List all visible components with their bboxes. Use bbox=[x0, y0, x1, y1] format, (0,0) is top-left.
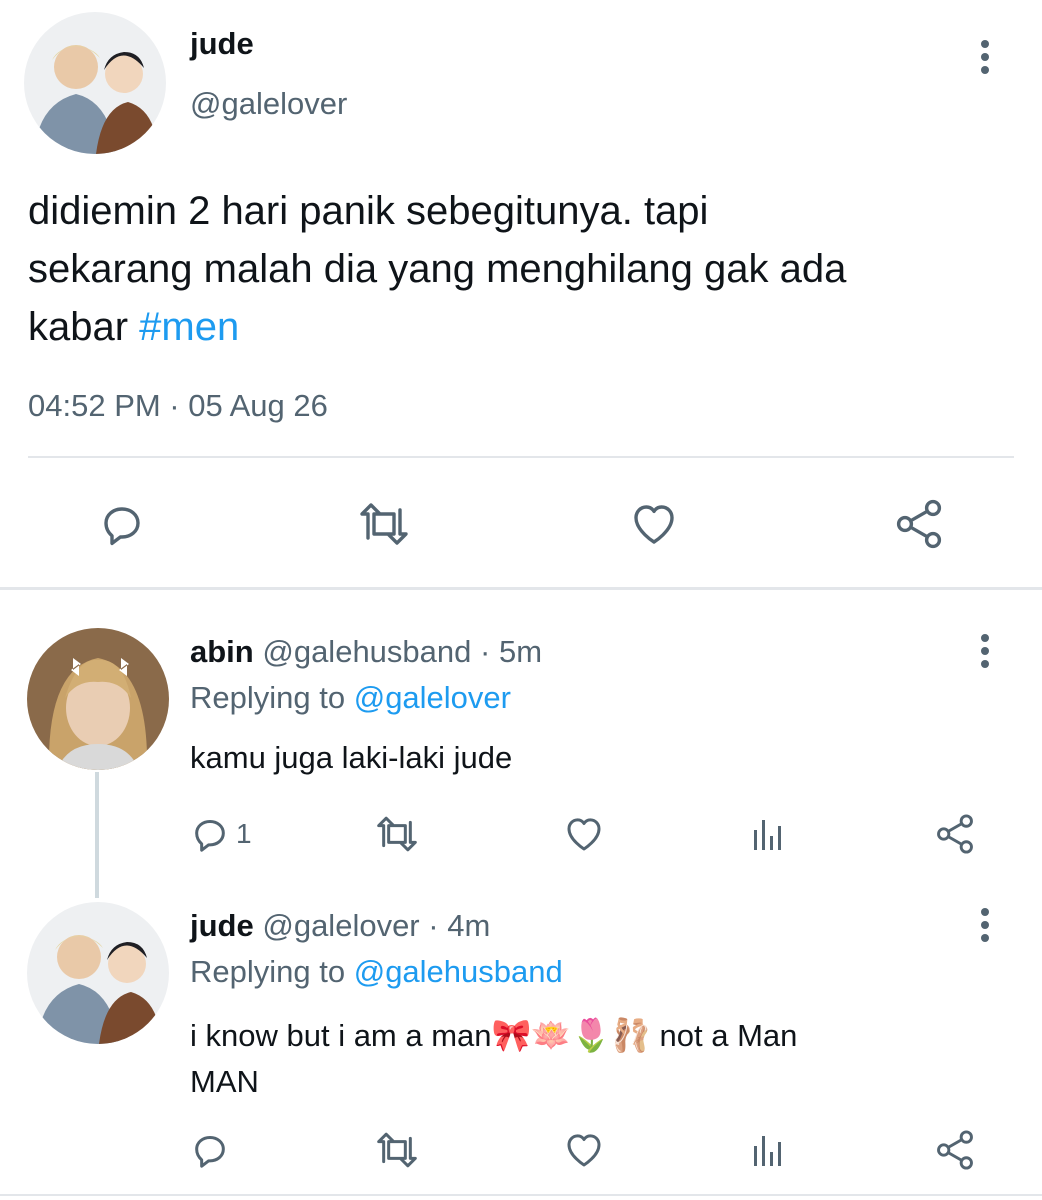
avatar[interactable] bbox=[27, 902, 169, 1044]
timestamp[interactable]: 04:52 PM · 05 Aug 26 bbox=[28, 388, 328, 424]
more-vertical-icon[interactable] bbox=[972, 906, 998, 946]
more-vertical-icon[interactable] bbox=[972, 38, 998, 78]
author-name[interactable]: jude bbox=[190, 26, 254, 62]
section-divider bbox=[0, 587, 1042, 590]
reply-text-fragment: i know but i am a man bbox=[190, 1018, 492, 1053]
reply-icon[interactable] bbox=[190, 1130, 230, 1170]
timestamp-divider bbox=[28, 456, 1014, 458]
tweet-text: didiemin 2 hari panik sebegitunya. tapi … bbox=[28, 182, 1028, 356]
share-icon[interactable] bbox=[934, 1128, 976, 1172]
mention-link[interactable]: @galehusband bbox=[354, 954, 563, 989]
reply-icon bbox=[190, 814, 230, 854]
reply-text-line: i know but i am a man🎀🪷🌷🩰 not a Man bbox=[190, 1012, 1010, 1059]
author-name[interactable]: abin bbox=[190, 634, 254, 669]
tweet-text-fragment: kabar bbox=[28, 305, 140, 349]
hashtag-link[interactable]: #men bbox=[139, 305, 239, 349]
replying-to-label: Replying to bbox=[190, 954, 354, 989]
reply-text: i know but i am a man🎀🪷🌷🩰 not a Man MAN bbox=[190, 1012, 1010, 1105]
tweet-text-line: didiemin 2 hari panik sebegitunya. tapi bbox=[28, 189, 709, 233]
retweet-icon[interactable] bbox=[372, 1130, 422, 1170]
author-handle[interactable]: @galelover bbox=[262, 908, 419, 943]
heart-icon[interactable] bbox=[562, 814, 606, 854]
mention-link[interactable]: @galelover bbox=[354, 680, 511, 715]
share-icon[interactable] bbox=[893, 498, 945, 550]
more-vertical-icon[interactable] bbox=[972, 632, 998, 672]
reply-header: jude @galelover · 4m bbox=[190, 908, 490, 944]
replying-to-label: Replying to bbox=[190, 680, 354, 715]
heart-icon[interactable] bbox=[628, 500, 680, 548]
author-handle[interactable]: @galehusband bbox=[262, 634, 471, 669]
retweet-icon[interactable] bbox=[354, 500, 414, 548]
author-name[interactable]: jude bbox=[190, 908, 254, 943]
tweet-text-line: kabar #men bbox=[28, 298, 1028, 356]
emoji-sequence: 🎀🪷🌷🩰 bbox=[491, 1016, 651, 1054]
reply-time[interactable]: · 4m bbox=[428, 908, 490, 943]
analytics-icon[interactable] bbox=[750, 1132, 786, 1170]
reply-text: kamu juga laki-laki jude bbox=[190, 740, 513, 775]
reply-header: abin @galehusband · 5m bbox=[190, 634, 542, 670]
replying-to: Replying to @galelover bbox=[190, 680, 511, 716]
reply-text-fragment: not a Man bbox=[650, 1018, 798, 1053]
avatar[interactable] bbox=[24, 12, 166, 154]
thread-line bbox=[95, 772, 99, 898]
section-divider bbox=[0, 1194, 1042, 1196]
reply-action[interactable]: 1 bbox=[190, 814, 252, 854]
share-icon[interactable] bbox=[934, 812, 976, 856]
analytics-icon[interactable] bbox=[750, 816, 786, 854]
reply-text-line: MAN bbox=[190, 1064, 259, 1099]
retweet-icon[interactable] bbox=[372, 814, 422, 854]
tweet-text-line: sekarang malah dia yang menghilang gak a… bbox=[28, 247, 847, 291]
author-handle[interactable]: @galelover bbox=[190, 86, 347, 122]
avatar[interactable] bbox=[27, 628, 169, 770]
reply-time[interactable]: · 5m bbox=[480, 634, 542, 669]
reply-count: 1 bbox=[236, 818, 252, 849]
heart-icon[interactable] bbox=[562, 1130, 606, 1170]
reply-icon[interactable] bbox=[98, 500, 146, 548]
replying-to: Replying to @galehusband bbox=[190, 954, 563, 990]
